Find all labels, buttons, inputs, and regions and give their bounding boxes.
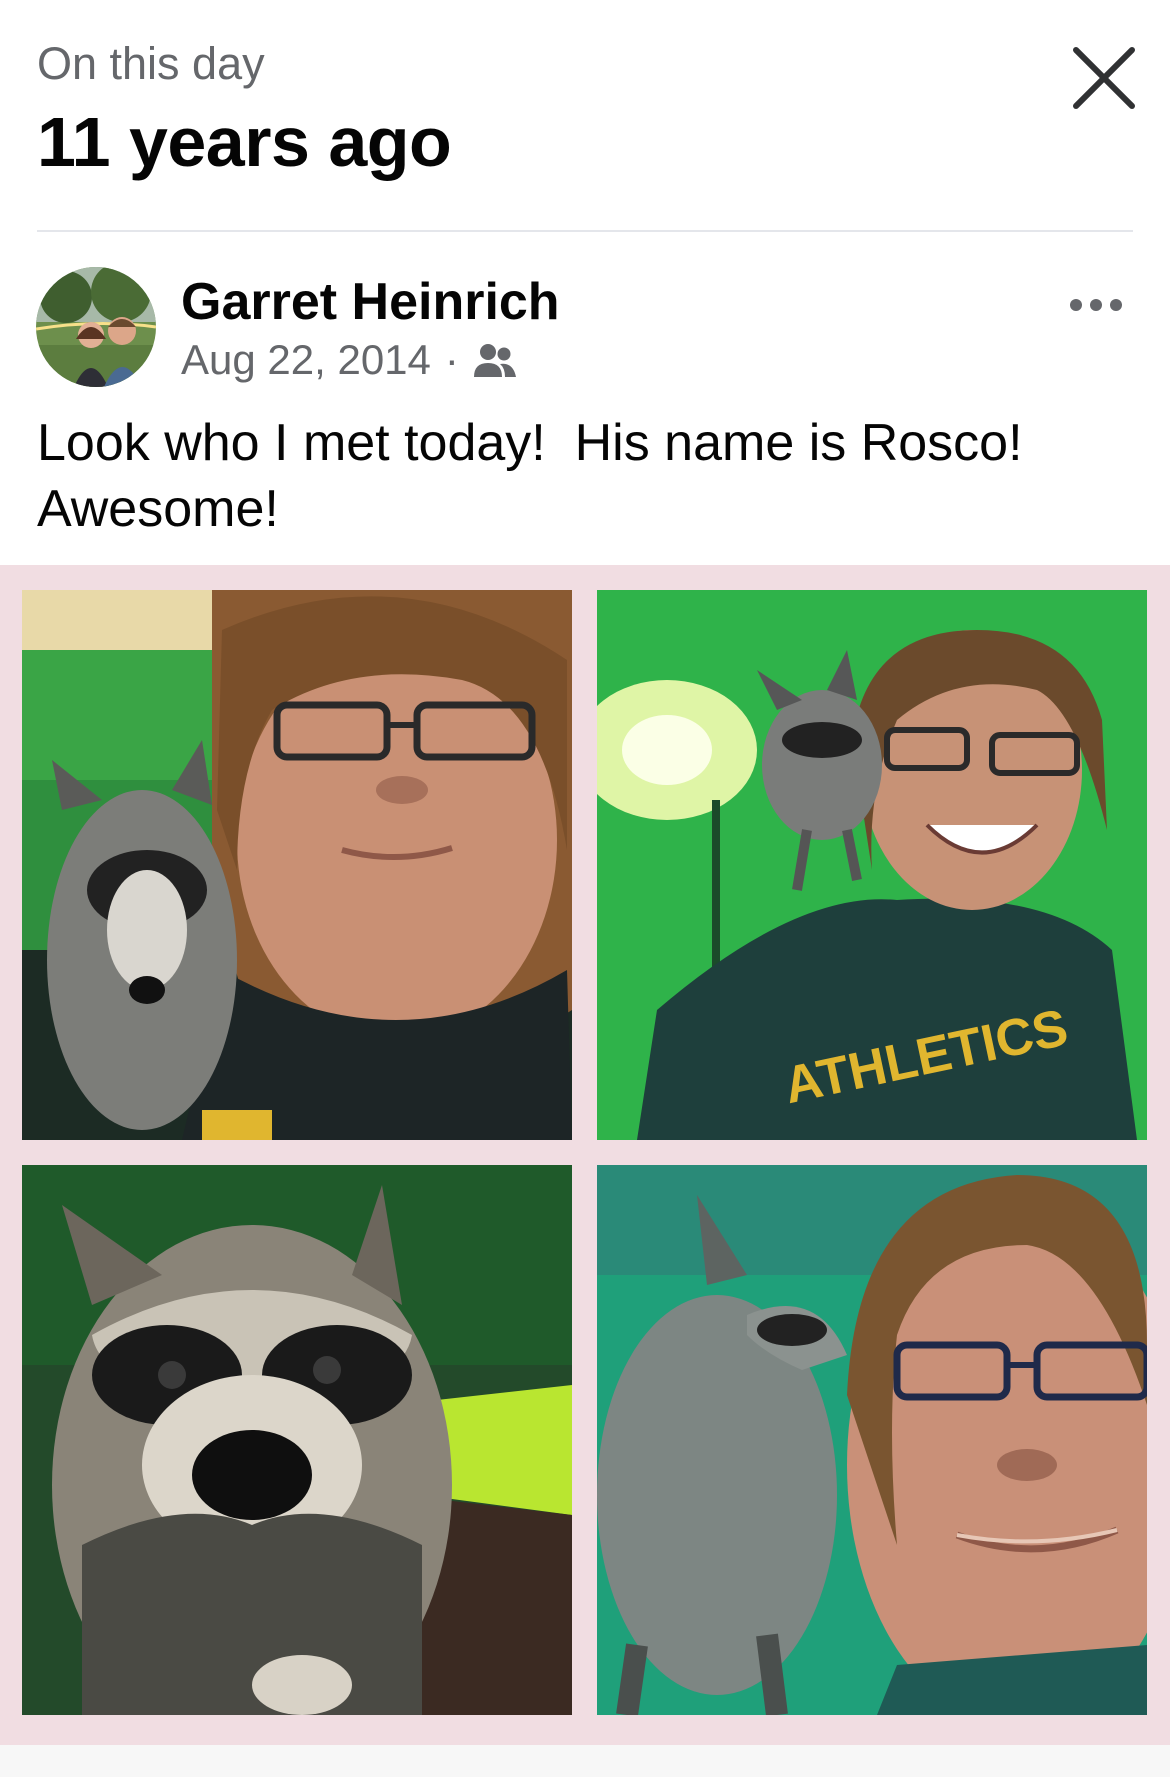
collage-photo-4 — [597, 1165, 1147, 1715]
collage-photo-3 — [22, 1165, 572, 1715]
collage-photo-2: ATHLETICS — [597, 590, 1147, 1140]
meta-separator: · — [444, 336, 459, 383]
post-date[interactable]: Aug 22, 2014 — [181, 336, 431, 384]
friends-icon — [473, 344, 516, 377]
post-header: Garret Heinrich Aug 22, 2014 · — [0, 232, 1170, 402]
post-photo-collage[interactable]: ATHLETICS — [0, 565, 1170, 1745]
post-caption: Look who I met today! His name is Rosco!… — [37, 410, 1137, 542]
caption-line-1: Look who I met today! His name is Rosco! — [37, 414, 1023, 472]
memory-headline: 11 years ago — [37, 103, 452, 181]
close-icon — [1073, 47, 1135, 109]
memory-kicker: On this day — [37, 38, 265, 89]
more-dot — [1090, 299, 1102, 311]
memory-header: On this day 11 years ago — [0, 0, 1170, 232]
more-horizontal-icon — [1070, 299, 1082, 311]
post-meta: Aug 22, 2014 · — [181, 336, 517, 384]
avatar[interactable] — [36, 267, 156, 387]
photo-bottom-strip — [0, 1745, 1170, 1777]
close-button[interactable] — [1062, 36, 1146, 120]
caption-line-2: Awesome! — [37, 480, 279, 538]
more-dot — [1110, 299, 1122, 311]
more-options-button[interactable] — [1070, 290, 1134, 320]
post-author[interactable]: Garret Heinrich — [181, 272, 560, 332]
collage-photo-1 — [22, 590, 572, 1140]
